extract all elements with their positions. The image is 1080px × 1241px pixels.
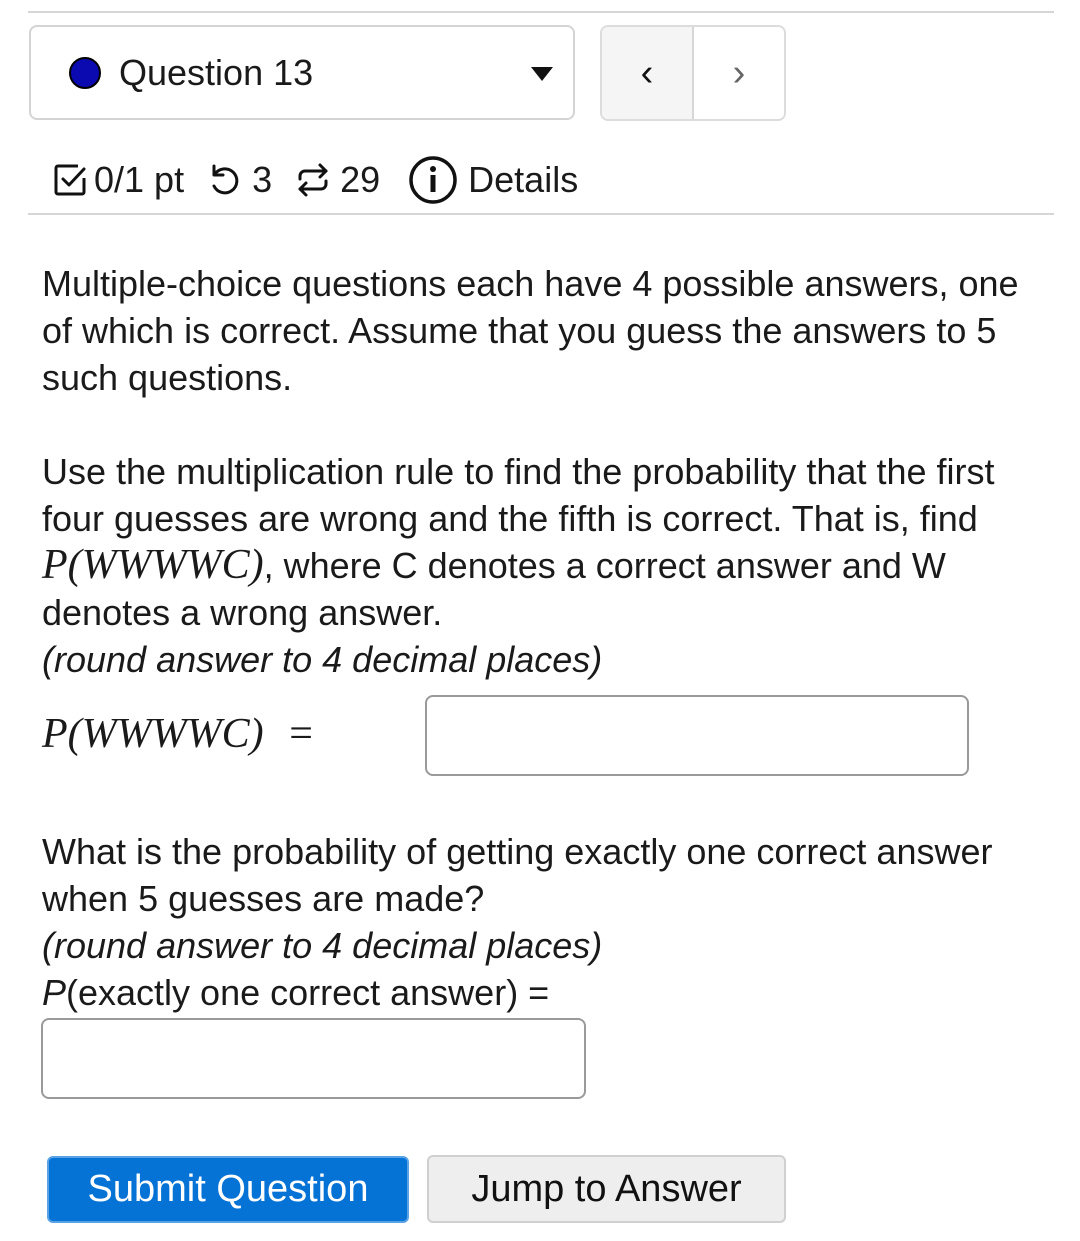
previous-question-button[interactable]: ‹ [602,27,694,119]
question-meta: 0/1 pt 3 29 Details [52,152,590,208]
part1-label-math: P(WWWWC) [42,711,264,757]
top-divider [28,11,1054,13]
retries-item: 3 [196,159,272,201]
question-intro: Multiple-choice questions each have 4 po… [42,263,1019,398]
question-status-dot-icon [69,57,101,89]
part2-round-note: (round answer to 4 decimal places) [42,925,603,966]
dropdown-caret-icon [531,67,553,81]
score-item: 0/1 pt [52,159,184,201]
attempts-count: 29 [340,159,381,200]
chevron-right-icon: › [732,51,746,94]
chevron-left-icon: ‹ [640,51,654,94]
part1-text-a: Use the multiplication rule to find the … [42,451,995,539]
submit-question-button[interactable]: Submit Question [47,1156,409,1223]
details-label: Details [468,159,579,200]
part1-round-note: (round answer to 4 decimal places) [42,639,603,680]
part1-answer-label: P(WWWWC) = [42,705,313,762]
repeat-icon [294,161,332,199]
jump-to-answer-button[interactable]: Jump to Answer [427,1155,786,1223]
checkbox-icon [52,162,88,198]
question-part2: What is the probability of getting exact… [42,828,1052,1016]
question-selector-label: Question 13 [119,52,314,93]
meta-divider [28,213,1054,215]
part2-label-rest: (exactly one correct answer) = [66,972,550,1013]
question-part1: Use the multiplication rule to find the … [42,448,1052,683]
info-icon [408,155,458,205]
part1-equals: = [289,711,313,757]
attempts-item: 29 [284,159,380,201]
details-link[interactable]: Details [408,155,578,205]
score-text: 0/1 pt [94,159,185,200]
undo-icon [206,161,244,199]
question-nav: ‹ › [600,25,786,121]
part2-answer-input[interactable] [41,1018,586,1099]
retries-count: 3 [252,159,273,200]
part2-text: What is the probability of getting exact… [42,831,993,919]
part2-label-p: P [42,972,67,1013]
question-selector[interactable]: Question 13 [29,25,575,120]
part1-math: P(WWWWC) [42,542,264,588]
next-question-button[interactable]: › [694,27,784,119]
part1-answer-input[interactable] [425,695,969,776]
